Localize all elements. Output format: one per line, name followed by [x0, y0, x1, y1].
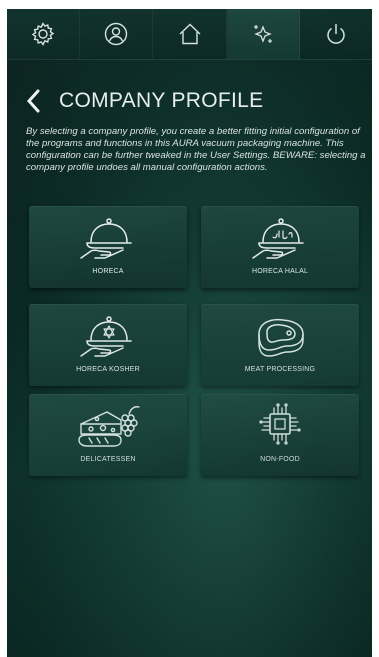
profile-card-non-food[interactable]: NON-FOOD [201, 394, 359, 476]
cloche-icon [80, 218, 132, 259]
profile-card-meat-processing[interactable]: MEAT PROCESSING [201, 304, 359, 386]
top-navigation-bar [7, 9, 372, 59]
profile-card-horeca[interactable]: HORECA [29, 206, 187, 288]
steak-icon [258, 318, 304, 357]
user-icon [105, 22, 128, 46]
profile-label: HORECA [92, 268, 124, 275]
profile-label: NON-FOOD [260, 456, 300, 463]
user-button[interactable] [80, 9, 154, 59]
gear-icon [31, 22, 55, 46]
profile-label: MEAT PROCESSING [244, 366, 316, 373]
nav-divider [7, 59, 372, 60]
settings-button[interactable] [7, 9, 81, 59]
device-screen: COMPANY PROFILE By selecting a company p… [7, 9, 372, 657]
cloche-kosher-icon [80, 316, 132, 357]
home-button[interactable] [153, 9, 227, 59]
chip-icon [259, 403, 301, 445]
profile-label: HORECA HALAL [251, 268, 309, 275]
power-icon [327, 24, 345, 44]
sparkle-icon [253, 25, 272, 43]
back-button[interactable] [23, 86, 45, 116]
profile-config-button[interactable] [226, 9, 300, 59]
cheese-bread-grapes-icon [78, 406, 140, 447]
cloche-halal-icon [252, 218, 304, 259]
profile-label: HORECA KOSHER [76, 366, 140, 373]
chevron-left-icon [26, 89, 40, 113]
profile-card-horeca-halal[interactable]: HORECA HALAL [201, 206, 359, 288]
profile-label: DELICATESSEN [80, 456, 136, 463]
page-description: By selecting a company profile, you crea… [26, 126, 366, 173]
profile-card-delicatessen[interactable]: DELICATESSEN [29, 394, 187, 476]
page-title: COMPANY PROFILE [59, 89, 264, 112]
power-button[interactable] [300, 9, 372, 59]
home-icon [179, 23, 200, 45]
profile-card-horeca-kosher[interactable]: HORECA KOSHER [29, 304, 187, 386]
page-header: COMPANY PROFILE [23, 81, 263, 121]
